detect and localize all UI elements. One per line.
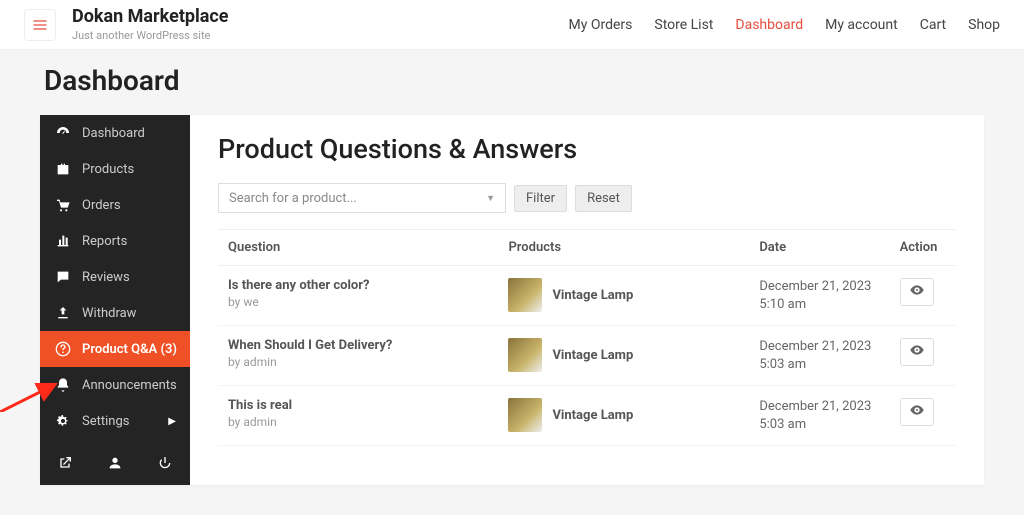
chevron-down-icon: ▼ xyxy=(486,193,495,204)
briefcase-icon xyxy=(54,160,72,178)
page-title: Dashboard xyxy=(44,64,984,97)
sidebar-item-label: Announcements xyxy=(82,378,177,393)
date-text: December 21, 2023 5:03 am xyxy=(759,398,879,433)
sidebar-item-products[interactable]: Products xyxy=(40,151,190,187)
product-thumbnail xyxy=(508,338,542,372)
sidebar-item-label: Product Q&A (3) xyxy=(82,342,177,357)
gauge-icon xyxy=(54,124,72,142)
table-row: Is there any other color? by we Vintage La… xyxy=(218,266,956,326)
date-text: December 21, 2023 5:10 am xyxy=(759,278,879,313)
sidebar-item-product-qa[interactable]: Product Q&A (3) xyxy=(40,331,190,367)
col-question: Question xyxy=(218,230,498,266)
dashboard-panel: Dashboard Products Orders Reports Review… xyxy=(40,115,984,485)
chevron-right-icon: ▶ xyxy=(168,416,176,427)
chart-icon xyxy=(54,232,72,250)
sidebar-item-settings[interactable]: Settings ▶ xyxy=(40,403,190,439)
view-button[interactable] xyxy=(900,278,934,306)
external-icon[interactable] xyxy=(57,455,73,471)
brand: Dokan Marketplace Just another WordPress… xyxy=(72,7,229,42)
eye-icon xyxy=(909,402,925,422)
question-author: by admin xyxy=(228,415,488,429)
product-thumbnail xyxy=(508,398,542,432)
hamburger-icon[interactable] xyxy=(24,9,56,41)
content-title: Product Questions & Answers xyxy=(218,133,956,165)
product-name[interactable]: Vintage Lamp xyxy=(552,408,633,423)
view-button[interactable] xyxy=(900,338,934,366)
col-action: Action xyxy=(890,230,956,266)
cart-icon xyxy=(54,196,72,214)
nav-my-orders[interactable]: My Orders xyxy=(569,17,633,33)
col-products: Products xyxy=(498,230,749,266)
question-author: by admin xyxy=(228,355,488,369)
topbar: Dokan Marketplace Just another WordPress… xyxy=(0,0,1024,50)
brand-title: Dokan Marketplace xyxy=(72,7,229,27)
question-text: When Should I Get Delivery? xyxy=(228,338,488,353)
nav-dashboard[interactable]: Dashboard xyxy=(735,17,803,33)
question-author: by we xyxy=(228,295,488,309)
search-placeholder-text: Search for a product... xyxy=(229,191,357,206)
sidebar-item-label: Reports xyxy=(82,234,127,249)
product-thumbnail xyxy=(508,278,542,312)
product-name[interactable]: Vintage Lamp xyxy=(552,288,633,303)
sidebar-item-orders[interactable]: Orders xyxy=(40,187,190,223)
product-name[interactable]: Vintage Lamp xyxy=(552,348,633,363)
sidebar-item-label: Withdraw xyxy=(82,306,136,321)
questions-table: Question Products Date Action Is there a… xyxy=(218,229,956,446)
question-text: This is real xyxy=(228,398,488,413)
gear-icon xyxy=(54,412,72,430)
nav-store-list[interactable]: Store List xyxy=(654,17,713,33)
chat-icon xyxy=(54,268,72,286)
nav-my-account[interactable]: My account xyxy=(825,17,898,33)
question-icon xyxy=(54,340,72,358)
sidebar-item-label: Orders xyxy=(82,198,121,213)
bell-icon xyxy=(54,376,72,394)
table-row: This is real by admin Vintage Lamp December… xyxy=(218,386,956,446)
col-date: Date xyxy=(749,230,889,266)
power-icon[interactable] xyxy=(157,455,173,471)
nav-cart[interactable]: Cart xyxy=(920,17,946,33)
sidebar-item-label: Reviews xyxy=(82,270,130,285)
sidebar-item-label: Dashboard xyxy=(82,126,145,141)
sidebar-item-reviews[interactable]: Reviews xyxy=(40,259,190,295)
top-nav: My Orders Store List Dashboard My accoun… xyxy=(569,17,1000,33)
product-search-select[interactable]: Search for a product... ▼ xyxy=(218,183,506,213)
date-text: December 21, 2023 5:03 am xyxy=(759,338,879,373)
sidebar-item-dashboard[interactable]: Dashboard xyxy=(40,115,190,151)
reset-button[interactable]: Reset xyxy=(575,185,632,212)
nav-shop[interactable]: Shop xyxy=(968,17,1000,33)
upload-icon xyxy=(54,304,72,322)
main-content: Product Questions & Answers Search for a… xyxy=(190,115,984,485)
table-row: When Should I Get Delivery? by admin Vinta… xyxy=(218,326,956,386)
eye-icon xyxy=(909,342,925,362)
sidebar-item-reports[interactable]: Reports xyxy=(40,223,190,259)
sidebar-item-label: Settings xyxy=(82,414,129,429)
eye-icon xyxy=(909,282,925,302)
filter-button[interactable]: Filter xyxy=(514,185,567,212)
question-text: Is there any other color? xyxy=(228,278,488,293)
filter-bar: Search for a product... ▼ Filter Reset xyxy=(218,183,956,213)
sidebar-item-withdraw[interactable]: Withdraw xyxy=(40,295,190,331)
user-icon[interactable] xyxy=(107,455,123,471)
sidebar-item-announcements[interactable]: Announcements xyxy=(40,367,190,403)
view-button[interactable] xyxy=(900,398,934,426)
sidebar: Dashboard Products Orders Reports Review… xyxy=(40,115,190,485)
brand-tagline: Just another WordPress site xyxy=(72,29,229,42)
sidebar-item-label: Products xyxy=(82,162,134,177)
